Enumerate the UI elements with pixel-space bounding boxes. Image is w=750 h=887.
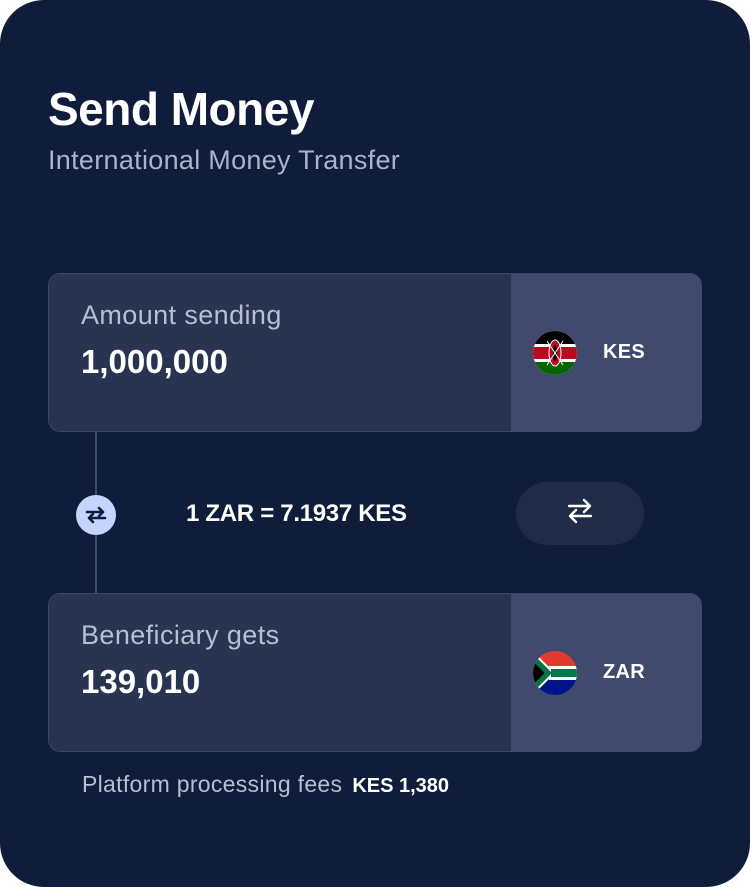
beneficiary-gets-label: Beneficiary gets bbox=[81, 620, 280, 650]
fees-label: Platform processing fees bbox=[82, 771, 343, 797]
page-subtitle: International Money Transfer bbox=[48, 145, 401, 175]
amount-sending-field[interactable]: Amount sending 1,000,000 bbox=[49, 274, 511, 431]
receive-currency-code: ZAR bbox=[603, 661, 646, 683]
beneficiary-gets-value[interactable]: 139,010 bbox=[81, 663, 511, 701]
send-currency-selector[interactable]: KES bbox=[511, 274, 701, 431]
south-africa-flag-icon bbox=[533, 650, 577, 695]
beneficiary-gets-field[interactable]: Beneficiary gets 139,010 bbox=[49, 594, 511, 751]
page-title: Send Money bbox=[48, 83, 314, 135]
swap-currencies-button[interactable] bbox=[516, 482, 644, 545]
amount-sending-box: Amount sending 1,000,000 KES bbox=[48, 273, 702, 432]
fees-value: KES 1,380 bbox=[352, 775, 450, 797]
send-currency-code: KES bbox=[603, 341, 646, 363]
connector-line-top bbox=[95, 432, 97, 495]
swap-arrows-icon bbox=[565, 496, 595, 531]
amount-sending-label: Amount sending bbox=[81, 300, 282, 330]
connector-line-bottom bbox=[95, 535, 97, 593]
processing-fees-row: Platform processing fees KES 1,380 bbox=[82, 771, 449, 798]
beneficiary-gets-box: Beneficiary gets 139,010 ZAR bbox=[48, 593, 702, 752]
receive-currency-selector[interactable]: ZAR bbox=[511, 594, 701, 751]
kenya-flag-icon bbox=[533, 330, 577, 375]
send-money-card: Send Money International Money Transfer … bbox=[0, 0, 750, 887]
exchange-arrows-icon bbox=[76, 495, 116, 535]
amount-sending-value[interactable]: 1,000,000 bbox=[81, 343, 511, 381]
exchange-rate-text: 1 ZAR = 7.1937 KES bbox=[186, 500, 407, 527]
